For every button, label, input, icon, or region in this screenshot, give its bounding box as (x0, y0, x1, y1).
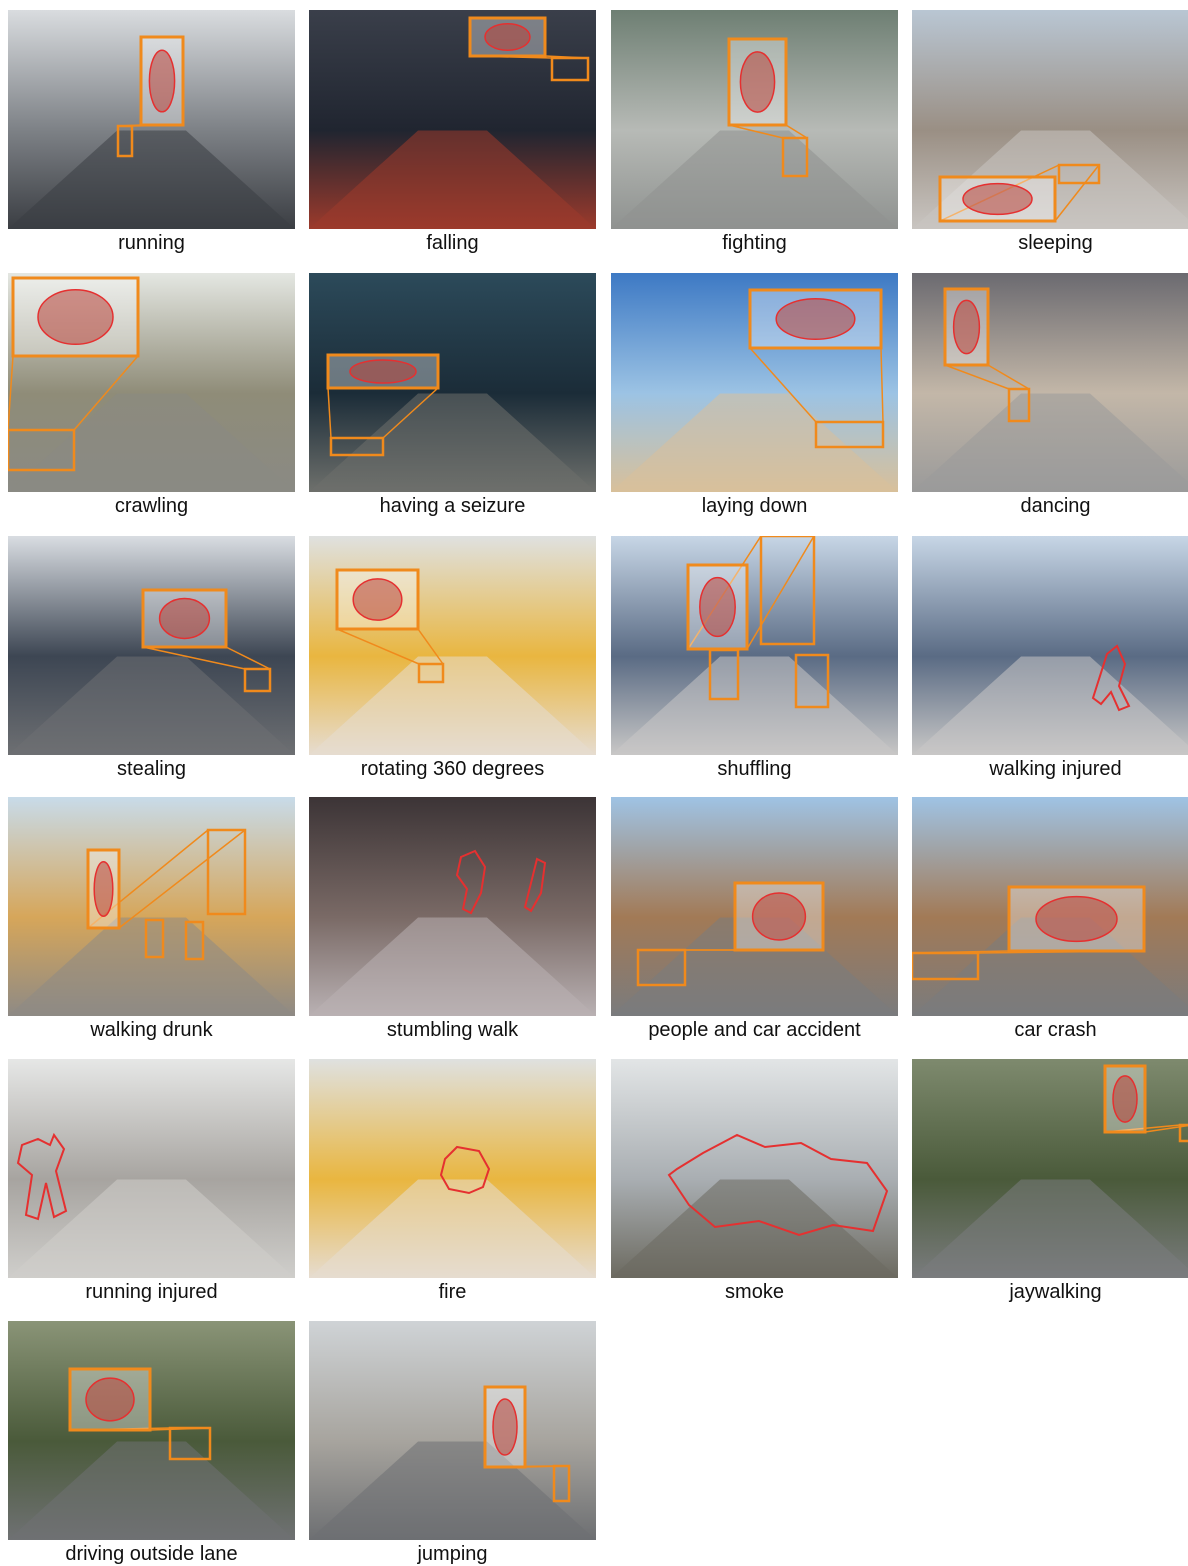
highlighted-subject (1112, 1075, 1138, 1123)
figure-panel: people and car accident (611, 797, 898, 1041)
panel-photo (8, 1321, 295, 1540)
panel-caption: car crash (1014, 1019, 1097, 1041)
figure-panel: walking drunk (8, 797, 295, 1041)
highlighted-subject (484, 22, 531, 52)
panel-photo (309, 273, 596, 492)
figure-panel: driving outside lane (8, 1321, 295, 1565)
highlighted-subject (85, 1377, 135, 1422)
panel-photo (309, 1059, 596, 1278)
panel-caption: falling (426, 232, 479, 254)
panel-photo (309, 797, 596, 1016)
panel-caption: running injured (85, 1281, 218, 1303)
panel-photo (912, 10, 1188, 229)
panel-caption: running (118, 232, 185, 254)
highlighted-subject (751, 892, 807, 941)
panel-photo (611, 273, 898, 492)
figure-panel: running (8, 10, 295, 254)
highlighted-subject (775, 297, 856, 341)
panel-caption: jaywalking (1009, 1281, 1102, 1303)
figure-panel: jumping (309, 1321, 596, 1565)
panel-photo (611, 536, 898, 755)
panel-photo (912, 797, 1188, 1016)
highlighted-subject (148, 49, 176, 113)
figure-panel: car crash (912, 797, 1188, 1041)
figure-panel: having a seizure (309, 273, 596, 517)
highlighted-subject (1035, 895, 1118, 943)
figure-panel: sleeping (912, 10, 1188, 254)
panel-caption: driving outside lane (65, 1543, 238, 1565)
panel-photo (912, 536, 1188, 755)
highlighted-subject (349, 359, 417, 384)
panel-caption: fire (438, 1281, 467, 1303)
figure-panel: fire (309, 1059, 596, 1303)
panel-caption: stealing (117, 758, 186, 780)
panel-photo (8, 536, 295, 755)
figure-panel: falling (309, 10, 596, 254)
figure-panel: smoke (611, 1059, 898, 1303)
highlighted-subject (962, 182, 1033, 216)
highlighted-subject (739, 51, 776, 113)
figure-panel: stealing (8, 536, 295, 780)
panel-photo (8, 797, 295, 1016)
panel-caption: jumping (417, 1543, 488, 1565)
highlighted-subject (492, 1398, 518, 1456)
figure-panel: stumbling walk (309, 797, 596, 1041)
highlighted-subject (93, 860, 114, 918)
panel-caption: having a seizure (379, 495, 526, 517)
panel-caption: fighting (722, 232, 787, 254)
figure-panel: dancing (912, 273, 1188, 517)
panel-caption: dancing (1020, 495, 1091, 517)
panel-caption: shuffling (717, 758, 792, 780)
figure-panel: running injured (8, 1059, 295, 1303)
panel-photo (8, 10, 295, 229)
panel-caption: sleeping (1018, 232, 1093, 254)
panel-photo (309, 536, 596, 755)
figure-panel: crawling (8, 273, 295, 517)
highlighted-subject (699, 576, 736, 638)
figure-panel: walking injured (912, 536, 1188, 780)
highlighted-subject (37, 288, 114, 346)
panel-photo (912, 1059, 1188, 1278)
panel-caption: people and car accident (648, 1019, 861, 1041)
panel-caption: walking injured (989, 758, 1122, 780)
panel-photo (8, 1059, 295, 1278)
panel-caption: smoke (725, 1281, 784, 1303)
figure-panel: fighting (611, 10, 898, 254)
panel-photo (611, 797, 898, 1016)
highlighted-subject (352, 578, 403, 621)
panel-photo (611, 1059, 898, 1278)
highlighted-subject (158, 597, 211, 640)
panel-photo (309, 1321, 596, 1540)
panel-caption: walking drunk (90, 1019, 213, 1041)
highlighted-subject (952, 299, 981, 355)
panel-photo (611, 10, 898, 229)
panel-photo (912, 273, 1188, 492)
panel-caption: rotating 360 degrees (360, 758, 545, 780)
figure-panel: rotating 360 degrees (309, 536, 596, 780)
figure-panel: shuffling (611, 536, 898, 780)
panel-caption: crawling (114, 495, 189, 517)
panel-photo (8, 273, 295, 492)
figure-panel: jaywalking (912, 1059, 1188, 1303)
panel-caption: stumbling walk (386, 1019, 519, 1041)
panel-caption: laying down (701, 495, 808, 517)
figure-panel: laying down (611, 273, 898, 517)
panel-photo (309, 10, 596, 229)
